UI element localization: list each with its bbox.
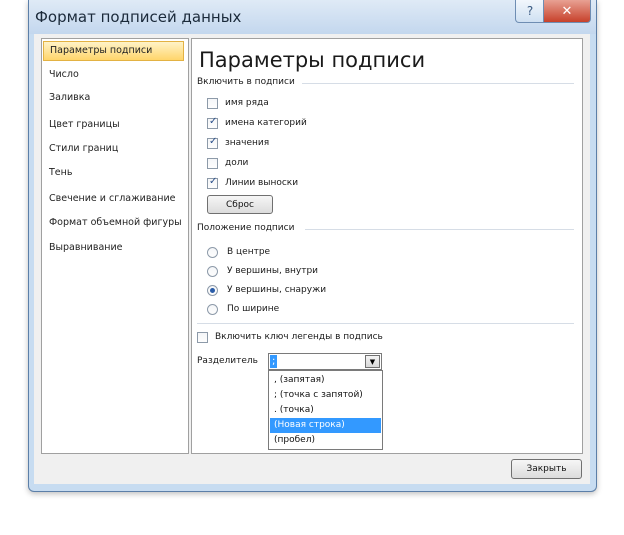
dialog-title: Формат подписей данных: [35, 8, 242, 26]
position-group-divider: [305, 229, 574, 230]
position-group-label: Положение подписи: [197, 223, 295, 233]
legend-key-checkbox[interactable]: [197, 331, 208, 343]
checkbox-percentage[interactable]: доли: [207, 156, 248, 170]
outside-end-radio[interactable]: [207, 284, 218, 296]
values-checkbox[interactable]: [207, 136, 218, 149]
include-group-divider: [302, 83, 574, 84]
separator-combobox[interactable]: ; ▼: [268, 353, 382, 370]
nav-item-border-styles[interactable]: Стили границ: [43, 139, 184, 159]
close-button[interactable]: Закрыть: [511, 459, 582, 479]
separator-option-period[interactable]: . (точка): [270, 403, 381, 418]
leader-lines-checkbox[interactable]: [207, 176, 218, 189]
separator-dropdown-list: , (запятая) ; (точка с запятой) . (точка…: [268, 370, 383, 450]
leader-lines-label: Линии выноски: [225, 178, 299, 188]
separator-label: Разделитель: [197, 356, 258, 366]
values-label: значения: [225, 138, 270, 148]
format-data-labels-dialog: Формат подписей данных ? ✕ Параметры под…: [28, 0, 597, 492]
nav-item-number[interactable]: Число: [43, 65, 184, 85]
radio-best-fit[interactable]: По ширине: [207, 302, 279, 316]
nav-item-shadow[interactable]: Тень: [43, 163, 184, 183]
nav-item-fill[interactable]: Заливка: [43, 88, 184, 108]
close-icon: ✕: [561, 3, 573, 19]
inside-end-label: У вершины, внутри: [227, 266, 319, 276]
separator-option-semicolon[interactable]: ; (точка с запятой): [270, 388, 381, 403]
nav-item-3d-format[interactable]: Формат объемной фигуры: [43, 213, 184, 233]
include-group-label: Включить в подписи: [197, 77, 295, 87]
separator-option-space[interactable]: (пробел): [270, 433, 381, 448]
best-fit-label: По ширине: [227, 304, 280, 314]
center-label: В центре: [227, 247, 271, 257]
separator-row: Разделитель: [197, 354, 258, 368]
close-window-button[interactable]: ✕: [543, 0, 591, 23]
series-name-label: имя ряда: [225, 98, 269, 108]
category-names-label: имена категорий: [225, 118, 307, 128]
checkbox-leader-lines[interactable]: Линии выноски: [207, 176, 298, 190]
category-names-checkbox[interactable]: [207, 116, 218, 129]
legend-key-divider: [197, 323, 574, 324]
nav-item-border-color[interactable]: Цвет границы: [43, 115, 184, 135]
separator-option-new-line[interactable]: (Новая строка): [270, 418, 381, 433]
separator-option-comma[interactable]: , (запятая): [270, 373, 381, 388]
dialog-body: Параметры подписи Число Заливка Цвет гра…: [34, 34, 590, 484]
label-options-panel: Параметры подписи Включить в подписи имя…: [191, 38, 583, 454]
outside-end-label: У вершины, снаружи: [227, 285, 327, 295]
radio-inside-end[interactable]: У вершины, внутри: [207, 264, 318, 278]
legend-key-label: Включить ключ легенды в подпись: [215, 332, 383, 342]
help-button[interactable]: ?: [515, 0, 545, 23]
help-icon: ?: [526, 4, 534, 18]
separator-value[interactable]: ;: [270, 355, 278, 368]
panel-heading: Параметры подписи: [199, 48, 426, 72]
nav-item-alignment[interactable]: Выравнивание: [43, 238, 184, 258]
center-radio[interactable]: [207, 246, 218, 258]
title-bar[interactable]: Формат подписей данных ? ✕: [29, 0, 596, 34]
checkbox-legend-key[interactable]: Включить ключ легенды в подпись: [197, 330, 383, 344]
reset-button[interactable]: Сброс: [207, 195, 273, 214]
radio-outside-end[interactable]: У вершины, снаружи: [207, 283, 326, 297]
percentage-label: доли: [225, 158, 249, 168]
series-name-checkbox[interactable]: [207, 97, 218, 109]
checkbox-category-names[interactable]: имена категорий: [207, 116, 307, 130]
best-fit-radio[interactable]: [207, 303, 218, 315]
nav-item-glow-soft-edges[interactable]: Свечение и сглаживание: [43, 189, 184, 209]
category-list: Параметры подписи Число Заливка Цвет гра…: [41, 38, 189, 454]
radio-center[interactable]: В центре: [207, 245, 270, 259]
inside-end-radio[interactable]: [207, 265, 218, 277]
percentage-checkbox[interactable]: [207, 157, 218, 169]
checkbox-series-name[interactable]: имя ряда: [207, 96, 269, 110]
checkbox-values[interactable]: значения: [207, 136, 269, 150]
chevron-down-icon[interactable]: ▼: [365, 355, 380, 368]
nav-item-label-options[interactable]: Параметры подписи: [43, 41, 184, 61]
